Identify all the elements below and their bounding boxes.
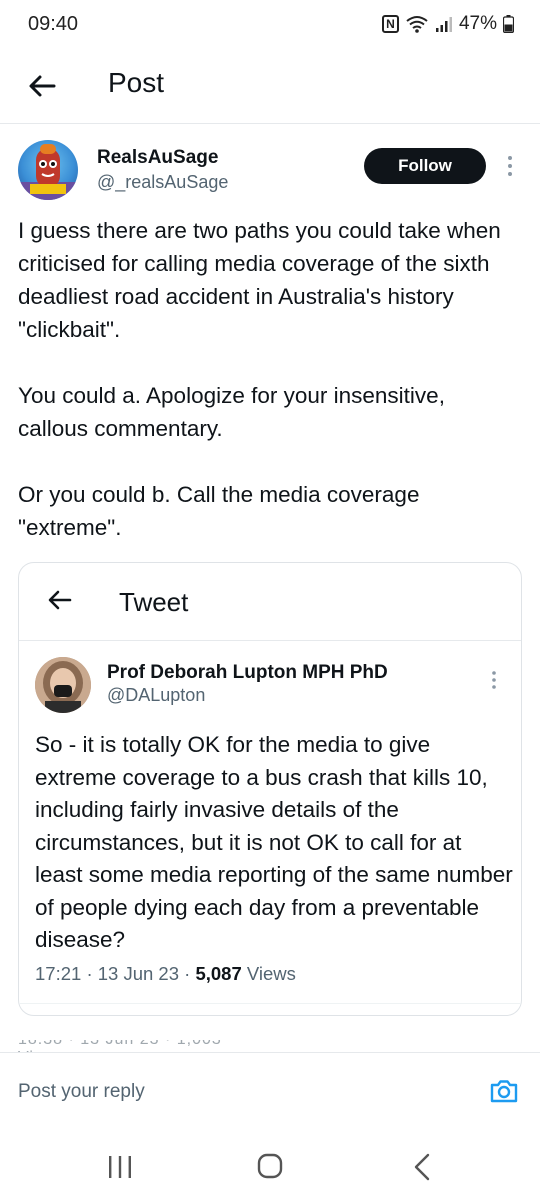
divider bbox=[19, 1003, 521, 1004]
post-header: RealsAuSage @_realsAuSage Follow bbox=[18, 140, 522, 204]
quoted-views-label: Views bbox=[246, 963, 296, 984]
signal-icon bbox=[435, 15, 453, 33]
quoted-text: So - it is totally OK for the media to g… bbox=[35, 732, 513, 952]
reply-bar: Post your reply bbox=[0, 1052, 540, 1132]
arrow-left-icon[interactable] bbox=[24, 68, 60, 104]
quoted-page-title: Tweet bbox=[119, 587, 189, 617]
post-meta-cutoff: 18:38 · 13 Jun 23 · 1,003 Views bbox=[18, 1040, 258, 1052]
page-title: Post bbox=[108, 67, 165, 98]
status-time: 09:40 bbox=[28, 13, 79, 35]
post-text: I guess there are two paths you could ta… bbox=[18, 218, 501, 540]
status-bar: 09:40 N 47% bbox=[0, 0, 540, 50]
quoted-date: 13 Jun 23 bbox=[97, 963, 180, 984]
chevron-left-icon[interactable] bbox=[412, 1152, 432, 1182]
top-app-bar: Post bbox=[0, 50, 540, 124]
camera-icon[interactable] bbox=[488, 1075, 520, 1107]
quoted-views-count: 5,087 bbox=[195, 963, 242, 984]
quoted-author-handle: @DALupton bbox=[107, 685, 206, 705]
separator: · bbox=[86, 963, 98, 984]
attached-image[interactable]: Tweet Prof Deborah Lupton MPH PhD @DALup… bbox=[18, 562, 522, 1016]
quoted-avatar bbox=[35, 657, 91, 713]
separator: · bbox=[184, 963, 196, 984]
more-vertical-icon[interactable] bbox=[504, 154, 516, 178]
quoted-meta: 17:21 · 13 Jun 23 · 5,087 Views bbox=[35, 963, 296, 985]
battery-percent: 47% bbox=[458, 13, 497, 34]
quoted-author-name: Prof Deborah Lupton MPH PhD bbox=[107, 662, 388, 683]
more-vertical-icon bbox=[489, 669, 499, 691]
follow-button[interactable]: Follow bbox=[364, 148, 486, 184]
battery-icon bbox=[503, 15, 514, 33]
arrow-left-icon bbox=[45, 585, 75, 615]
quoted-top-bar: Tweet bbox=[19, 563, 521, 641]
quoted-time: 17:21 bbox=[35, 963, 82, 984]
post-meta-cutoff-text: 18:38 · 13 Jun 23 · 1,003 Views bbox=[18, 1040, 258, 1052]
system-nav-bar bbox=[0, 1136, 540, 1200]
author-display-name[interactable]: RealsAuSage bbox=[97, 147, 218, 169]
author-handle[interactable]: @_realsAuSage bbox=[97, 172, 228, 193]
home-icon[interactable] bbox=[257, 1153, 283, 1179]
avatar[interactable] bbox=[18, 140, 78, 200]
nfc-icon: N bbox=[381, 15, 399, 33]
wifi-icon bbox=[405, 14, 429, 34]
status-icons: N 47% bbox=[381, 13, 514, 35]
recents-icon[interactable] bbox=[106, 1154, 134, 1180]
reply-input[interactable]: Post your reply bbox=[18, 1081, 145, 1103]
